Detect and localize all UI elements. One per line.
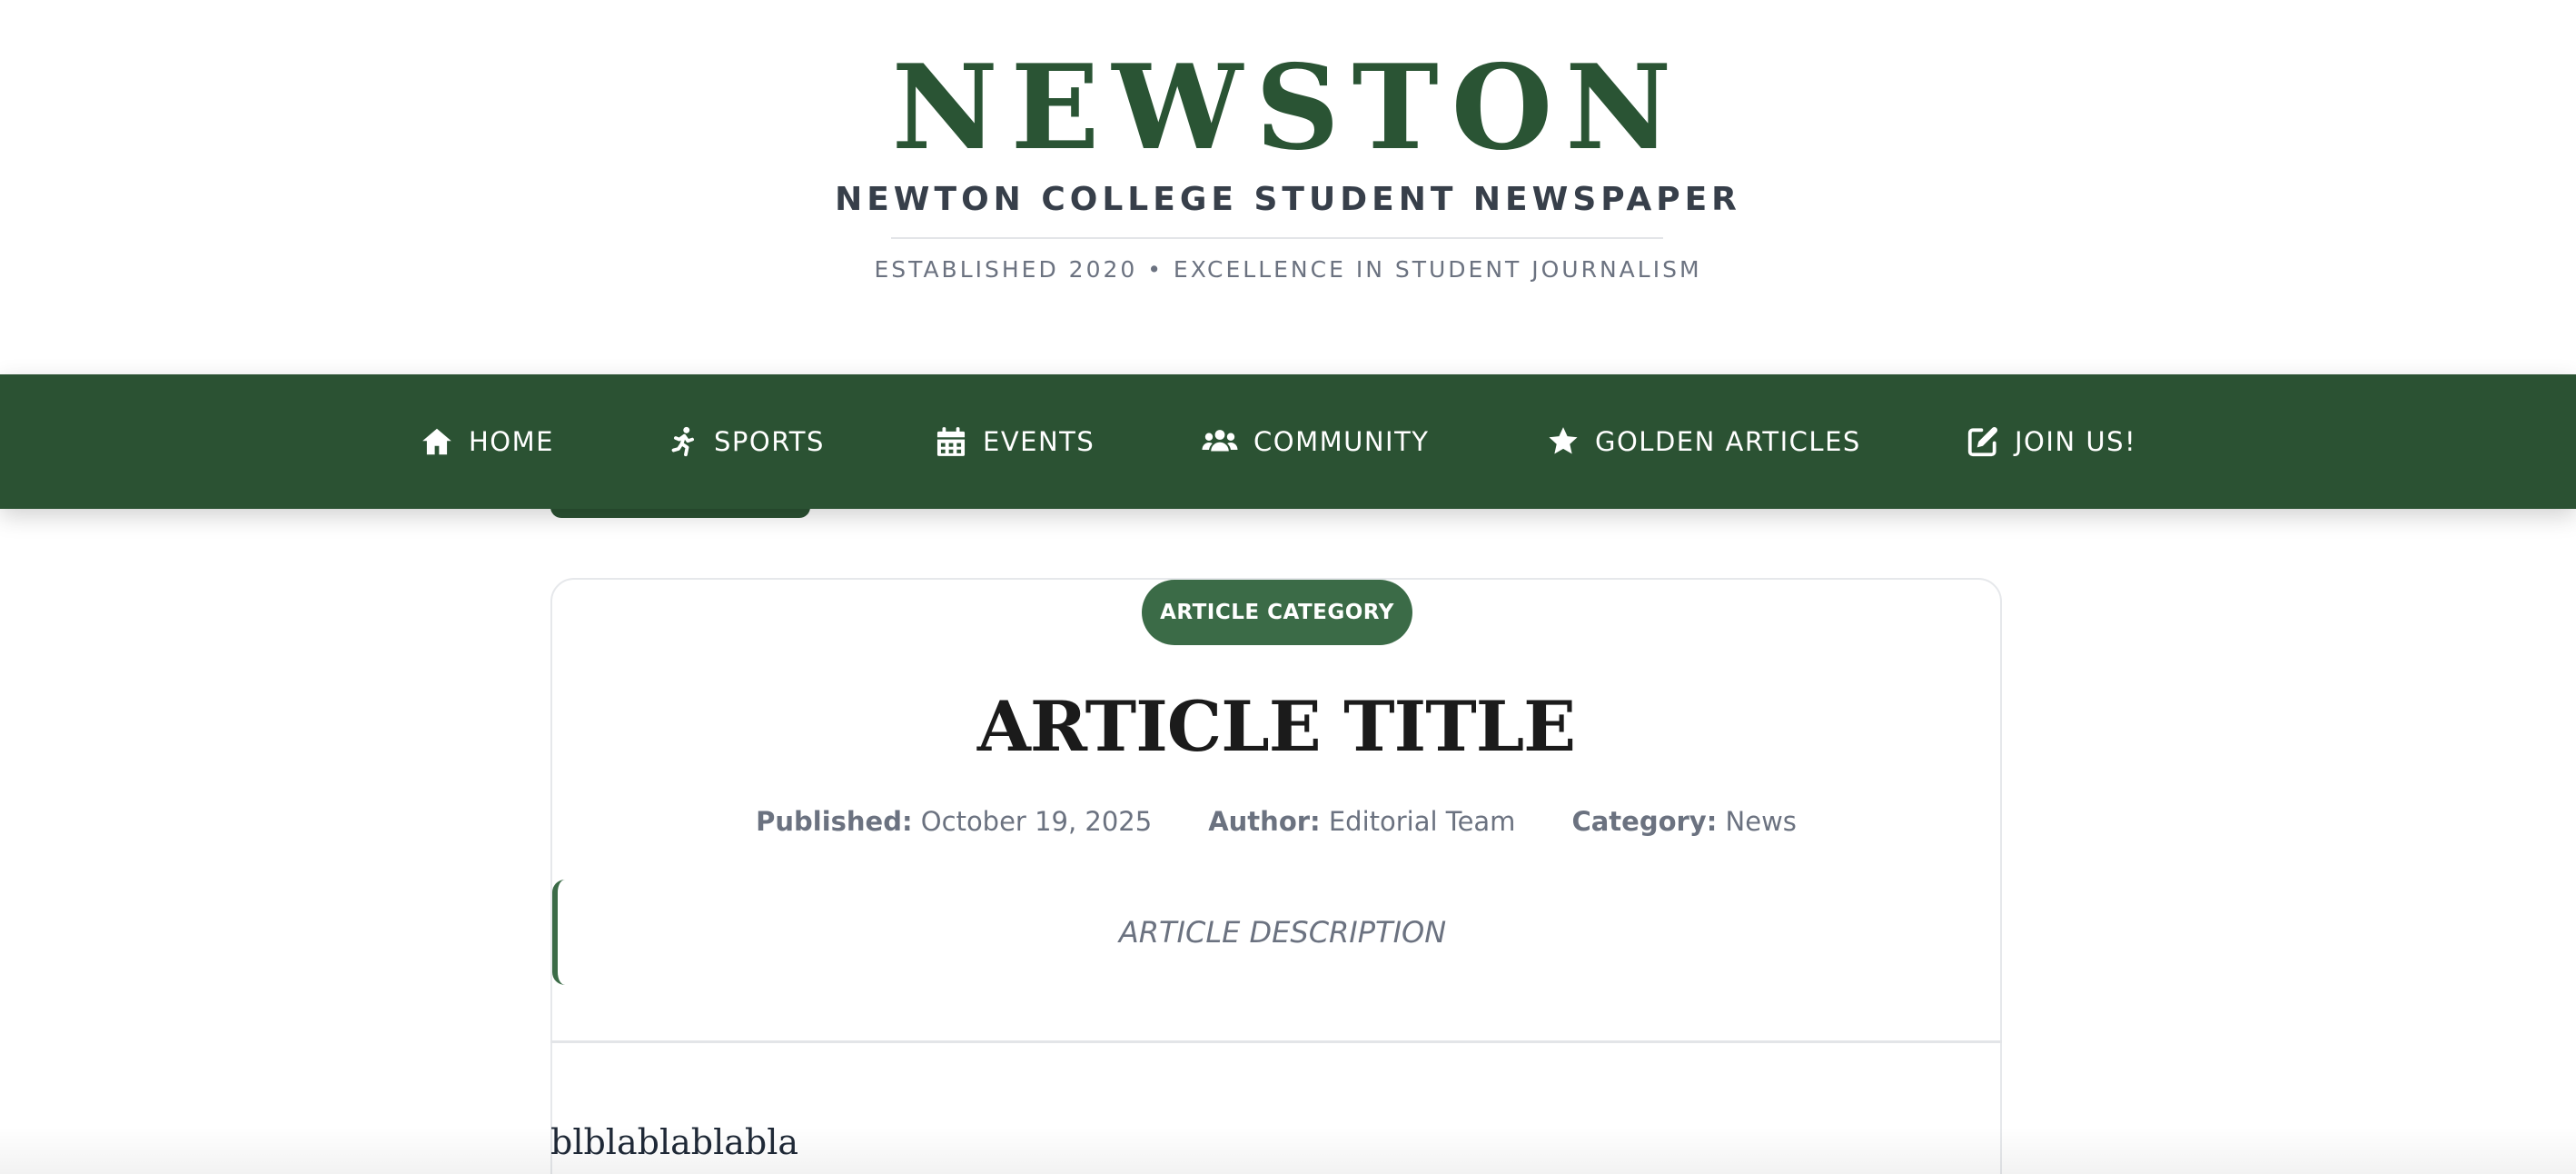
nav-item-home[interactable]: HOME [420,374,554,509]
article-body: blblablablabla [550,1122,799,1162]
article-divider [550,1040,2002,1043]
article-title: ARTICLE TITLE [976,686,1576,767]
article-card [550,578,2002,1174]
nav-item-golden-articles[interactable]: GOLDEN ARTICLES [1546,374,1861,509]
edit-icon [1966,424,2000,459]
nav-item-label: COMMUNITY [1253,426,1430,457]
nav-item-community[interactable]: COMMUNITY [1201,374,1430,509]
category-badge[interactable]: ARTICLE CATEGORY [1142,580,1412,645]
page: NEWSTON NEWTON COLLEGE STUDENT NEWSPAPER… [0,0,2576,1174]
meta-author-label: Author: [1208,806,1321,837]
masthead: NEWSTON NEWTON COLLEGE STUDENT NEWSPAPER… [0,0,2576,374]
nav-item-label: HOME [469,426,554,457]
nav-item-sports[interactable]: SPORTS [665,374,825,509]
site-logo-title[interactable]: NEWSTON [0,40,2576,176]
meta-category-value: News [1725,806,1797,837]
meta-author-value: Editorial Team [1328,806,1516,837]
nav-item-join-us[interactable]: JOIN US! [1966,374,2136,509]
main-navigation: HOME SPORTS EVENTS COMMUNITY GOLDEN ARTI… [0,374,2576,509]
nav-item-label: GOLDEN ARTICLES [1595,426,1861,457]
meta-published-label: Published: [756,806,913,837]
site-subtitle: NEWTON COLLEGE STUDENT NEWSPAPER [835,181,1741,218]
nav-item-label: JOIN US! [2015,426,2137,457]
nav-item-label: EVENTS [983,426,1095,457]
meta-published-value: October 19, 2025 [920,806,1153,837]
users-icon [1201,424,1239,459]
running-icon [665,424,699,459]
meta-category-label: Category: [1571,806,1718,837]
article-meta: Published: October 19, 2025 Author: Edit… [550,803,2002,840]
meta-author: Author: Editorial Team [1208,803,1515,840]
calendar-icon [934,424,968,459]
meta-category: Category: News [1571,803,1796,840]
masthead-divider [891,237,1663,239]
star-icon [1546,424,1580,459]
article-description: ARTICLE DESCRIPTION [1118,915,1447,950]
nav-item-label: SPORTS [714,426,825,457]
meta-published: Published: October 19, 2025 [756,803,1152,840]
nav-item-events[interactable]: EVENTS [934,374,1095,509]
site-tagline: ESTABLISHED 2020 • EXCELLENCE IN STUDENT… [874,256,1702,283]
home-icon [420,424,454,459]
